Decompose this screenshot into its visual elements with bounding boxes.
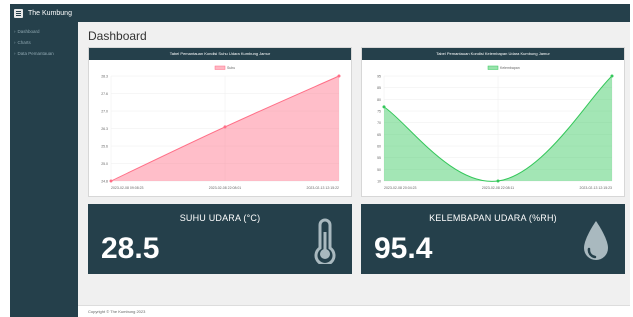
chevron-right-icon: ›: [14, 51, 16, 56]
temperature-chart: 28.3 27.6 27.0 26.3 25.6 25.0 24.82023-02-08 0…: [101, 65, 341, 190]
data-point: [382, 105, 386, 109]
x-tick-label: 2023-02-13 12:15:22: [307, 186, 340, 190]
thermometer-icon: [314, 218, 336, 264]
data-point: [337, 74, 341, 78]
humidity-chart: 95 85 80 75 70 65 60 55 50 102023-02-08 20:04:23 2…: [377, 65, 614, 190]
chart-legend: Suhu: [214, 65, 235, 70]
page-title: Dashboard: [88, 29, 147, 43]
chart-card-header: Tabel Pemantauan Kondisi Kelembapan Udar…: [362, 48, 624, 60]
data-point: [496, 179, 500, 183]
legend-label: Suhu: [227, 66, 235, 70]
x-tick-label: 2023-02-13 12:15:23: [580, 186, 613, 190]
y-tick-label: 95: [377, 75, 381, 79]
y-tick-label: 50: [377, 168, 381, 172]
y-tick-label: 24.8: [101, 180, 108, 184]
chevron-right-icon: ›: [14, 40, 16, 45]
stat-value: 95.4: [374, 232, 433, 265]
humidity-stat-card: KELEMBAPAN UDARA (%RH) 95.4: [361, 204, 625, 274]
y-tick-label: 60: [377, 145, 381, 149]
sidebar-item-data-pemantauan[interactable]: › Data Pemantauan: [10, 48, 78, 59]
sidebar-item-label: Dashboard: [17, 29, 40, 34]
x-tick-label: 2023-02-08 20:04:23: [384, 186, 417, 190]
data-point: [223, 125, 227, 129]
legend-swatch: [214, 65, 226, 70]
menu-toggle-icon[interactable]: [14, 8, 23, 18]
y-tick-label: 70: [377, 121, 381, 125]
temperature-stat-card: SUHU UDARA (°C) 28.5: [88, 204, 352, 274]
sidebar-item-label: Data Pemantauan: [17, 51, 54, 56]
chart-legend: Kelembapan: [487, 65, 520, 70]
y-tick-label: 85: [377, 86, 381, 90]
data-point: [610, 74, 614, 78]
y-tick-label: 27.0: [101, 110, 108, 114]
sidebar-item-dashboard[interactable]: › Dashboard: [10, 26, 78, 37]
legend-swatch: [487, 65, 499, 70]
y-tick-label: 28.3: [101, 75, 108, 79]
chart-card-header: Tabel Pemantauan Kondisi Suhu Udara Kumb…: [89, 48, 351, 60]
y-tick-label: 65: [377, 133, 381, 137]
x-tick-label: 2023-02-08 09:08:23: [111, 186, 144, 190]
main-content: Dashboard Tabel Pemantauan Kondisi Suhu …: [78, 22, 630, 317]
app-window: The Kumbung › Dashboard › Charts › Data …: [10, 4, 630, 317]
sidebar-item-label: Charts: [17, 40, 31, 45]
brand-name[interactable]: The Kumbung: [28, 10, 72, 17]
y-tick-label: 25.0: [101, 162, 108, 166]
legend-label: Kelembapan: [500, 66, 520, 70]
footer: Copyright © The Kumbung 2023: [78, 305, 630, 317]
x-tick-label: 2023-02-08 22:08:11: [482, 186, 514, 190]
y-tick-label: 27.6: [101, 92, 108, 96]
x-tick-label: 2023-02-08 22:08:01: [209, 186, 242, 190]
sidebar: › Dashboard › Charts › Data Pemantauan: [10, 22, 78, 317]
y-tick-label: 26.3: [101, 127, 108, 131]
top-navbar: The Kumbung: [10, 4, 630, 22]
chevron-right-icon: ›: [14, 29, 16, 34]
y-tick-label: 75: [377, 110, 381, 114]
sidebar-item-charts[interactable]: › Charts: [10, 37, 78, 48]
y-tick-label: 80: [377, 98, 381, 102]
humidity-chart-card: Tabel Pemantauan Kondisi Kelembapan Udar…: [361, 47, 625, 197]
y-tick-label: 55: [377, 156, 381, 160]
temperature-chart-card: Tabel Pemantauan Kondisi Suhu Udara Kumb…: [88, 47, 352, 197]
data-point: [109, 179, 113, 183]
footer-copyright: Copyright © The Kumbung 2023: [88, 309, 146, 314]
y-tick-label: 25.6: [101, 145, 108, 149]
stat-value: 28.5: [101, 232, 160, 265]
droplet-icon: [584, 221, 608, 260]
y-tick-label: 10: [377, 180, 381, 184]
